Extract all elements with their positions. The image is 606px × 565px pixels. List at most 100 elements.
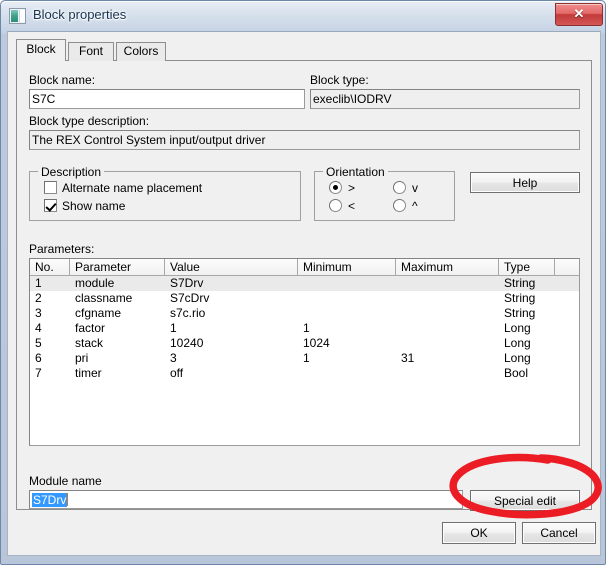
cell-parameter: pri [75,351,89,365]
parameters-label: Parameters: [29,242,95,256]
ok-button[interactable]: OK [442,522,516,544]
parameters-grid[interactable]: No. Parameter Value Minimum Maximum Type… [29,258,580,446]
cell-parameter: module [75,276,115,290]
module-name-label: Module name [29,474,102,488]
checkbox-label-show-name: Show name [62,199,126,213]
radio-orientation-up[interactable]: ^ [393,199,418,213]
column-header-maximum[interactable]: Maximum [396,259,499,275]
cell-no: 4 [35,321,42,335]
tab-colors[interactable]: Colors [116,42,166,61]
cell-maximum [396,291,499,306]
tab-font[interactable]: Font [68,42,114,61]
column-header-extra[interactable] [555,259,579,275]
cell-no: 3 [35,306,42,320]
orientation-group-title: Orientation [323,165,388,179]
table-row[interactable]: 5 stack 10240 1024 Long [30,336,579,351]
radio-dot-down [393,181,406,194]
cell-value: off [170,366,184,380]
table-row[interactable]: 7 timer off Bool [30,366,579,381]
cell-type: String [504,306,536,320]
checkbox-box-alternate [44,181,57,194]
column-header-parameter[interactable]: Parameter [70,259,165,275]
tab-block[interactable]: Block [16,39,66,61]
cell-type: Long [504,336,531,350]
column-header-type[interactable]: Type [499,259,555,275]
checkbox-box-show-name [44,199,57,212]
cell-type: String [504,276,536,290]
radio-orientation-right[interactable]: > [329,181,355,195]
cell-value: s7c.rio [170,306,206,320]
cell-parameter: stack [75,336,104,350]
cell-value: S7cDrv [170,291,210,305]
text-caret [67,493,69,506]
block-type-label: Block type: [310,73,369,87]
table-row[interactable]: 4 factor 1 1 Long [30,321,579,336]
column-header-value[interactable]: Value [165,259,298,275]
window-title: Block properties [33,7,127,22]
module-name-selected-text: S7Drv [32,493,68,507]
column-header-minimum[interactable]: Minimum [298,259,396,275]
cell-no: 5 [35,336,42,350]
radio-dot-left [329,199,342,212]
block-description-input: The REX Control System input/output driv… [29,130,580,150]
tab-page-block: Block name: S7C Block type: execlib\IODR… [16,60,592,511]
cell-value: S7Drv [170,276,204,290]
cell-minimum: 1 [303,351,310,365]
cell-maximum [396,276,499,291]
cell-no: 2 [35,291,42,305]
cell-value: 1 [170,321,177,335]
cell-type: Long [504,351,531,365]
cell-minimum: 1024 [303,336,330,350]
close-icon: ✕ [573,6,585,21]
radio-orientation-left[interactable]: < [329,199,355,213]
cell-maximum [396,321,499,336]
close-button[interactable]: ✕ [555,3,603,26]
cell-minimum [298,306,396,321]
cell-maximum: 31 [401,351,415,365]
cell-type: String [504,291,536,305]
parameters-grid-header: No. Parameter Value Minimum Maximum Type [30,259,579,276]
cell-minimum [298,291,396,306]
table-row[interactable]: 2 classname S7cDrv String [30,291,579,306]
column-header-no[interactable]: No. [30,259,70,275]
radio-label-up: ^ [412,199,418,213]
description-group-title: Description [38,165,105,179]
special-edit-button[interactable]: Special edit [470,490,580,511]
cell-parameter: classname [75,291,133,305]
cell-no: 6 [35,351,42,365]
checkbox-alternate-name-placement[interactable]: Alternate name placement [44,181,202,195]
block-name-input[interactable]: S7C [29,89,305,109]
dialog-window: Block properties ✕ Block Font Colors Blo… [0,0,606,565]
radio-dot-right [329,181,342,194]
radio-label-down: v [412,181,418,195]
cancel-button[interactable]: Cancel [522,522,596,544]
cell-maximum [396,306,499,321]
cell-value: 10240 [170,336,204,350]
title-bar[interactable]: Block properties ✕ [1,1,606,31]
cell-parameter: cfgname [75,306,122,320]
cell-no: 7 [35,366,42,380]
block-description-label: Block type description: [29,114,150,128]
orientation-group: Orientation > v < ^ [314,165,455,221]
cell-minimum: 1 [303,321,310,335]
checkbox-label-alternate: Alternate name placement [62,181,203,195]
application-icon [9,8,26,24]
dialog-client-area: Block Font Colors Block name: S7C Block … [7,31,601,556]
cell-maximum [396,336,499,351]
cell-no: 1 [35,276,42,290]
description-group: Description Alternate name placement Sho… [29,165,301,221]
cell-parameter: timer [75,366,102,380]
table-row[interactable]: 1 module S7Drv String [30,276,579,291]
cell-type: Bool [504,366,529,380]
help-button[interactable]: Help [470,172,580,193]
radio-orientation-down[interactable]: v [393,181,418,195]
checkbox-show-name[interactable]: Show name [44,199,125,213]
table-row[interactable]: 6 pri 3 1 31 Long [30,351,579,366]
cell-minimum [298,276,396,291]
table-row[interactable]: 3 cfgname s7c.rio String [30,306,579,321]
radio-label-right: > [348,181,356,195]
cell-parameter: factor [75,321,106,335]
radio-dot-up [393,199,406,212]
module-name-input[interactable]: S7Drv [29,490,463,509]
radio-label-left: < [348,199,356,213]
